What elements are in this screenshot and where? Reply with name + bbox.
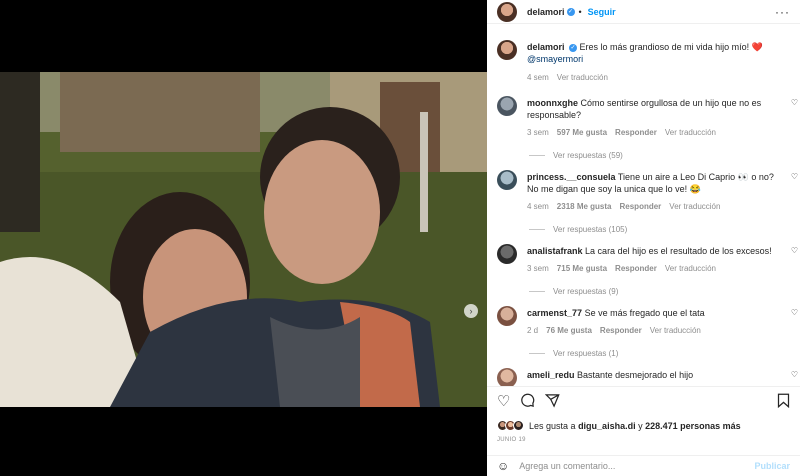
- view-replies[interactable]: Ver respuestas (1): [529, 349, 800, 358]
- share-icon[interactable]: [545, 393, 561, 411]
- caption-text: Eres lo más grandioso de mi vida hijo mí…: [579, 42, 763, 52]
- action-bar: ♡: [487, 386, 800, 416]
- comment-text: Se ve más fregado que el tata: [584, 308, 705, 318]
- replies-line: [529, 353, 545, 354]
- view-replies-label[interactable]: Ver respuestas (9): [553, 287, 618, 296]
- comment-like-heart-icon[interactable]: ♡: [791, 98, 798, 107]
- comment-avatar[interactable]: [497, 96, 517, 116]
- comment-avatar[interactable]: [497, 368, 517, 386]
- post-header: delamori ✓ • Seguir ···: [487, 0, 800, 24]
- emoji-icon[interactable]: ☺: [497, 459, 509, 473]
- comment-item: carmenst_77 Se ve más fregado que el tat…: [487, 300, 800, 337]
- author-username[interactable]: delamori: [527, 7, 565, 17]
- liker-avatar[interactable]: [513, 420, 524, 431]
- comment-username[interactable]: carmenst_77: [527, 308, 582, 318]
- comment-translate-link[interactable]: Ver traducción: [650, 325, 701, 337]
- comment-text: La cara del hijo es el resultado de los …: [585, 246, 772, 256]
- view-replies-label[interactable]: Ver respuestas (59): [553, 151, 623, 160]
- comment-text: Bastante desmejorado el hijo: [577, 370, 694, 380]
- caption-mention[interactable]: @smayermori: [527, 54, 583, 64]
- comment-avatar[interactable]: [497, 306, 517, 326]
- post-date: JUNIO 19: [497, 437, 526, 443]
- comment-item: moonnxghe Cómo sentirse orgullosa de un …: [487, 90, 800, 139]
- follow-button[interactable]: Seguir: [588, 7, 616, 17]
- view-replies[interactable]: Ver respuestas (105): [529, 225, 800, 234]
- next-photo-button[interactable]: ›: [464, 304, 478, 318]
- likes-user[interactable]: digu_aisha.di: [578, 421, 636, 431]
- heart-icon[interactable]: ♡: [497, 394, 510, 409]
- comment-reply-button[interactable]: Responder: [600, 325, 642, 337]
- comment-time: 4 sem: [527, 202, 549, 211]
- media-area: ›: [0, 0, 487, 476]
- replies-line: [529, 291, 545, 292]
- comment-reply-button[interactable]: Responder: [615, 263, 657, 275]
- comment-username[interactable]: ameli_redu: [527, 370, 575, 380]
- comment-translate-link[interactable]: Ver traducción: [665, 127, 716, 139]
- comment-item: analistafrank La cara del hijo es el res…: [487, 238, 800, 275]
- instagram-post-window: › delamori ✓ • Seguir ··· delamori ✓ Ere…: [0, 0, 800, 476]
- comment-time: 2 d: [527, 326, 539, 335]
- caption-username[interactable]: delamori: [527, 42, 565, 52]
- comment-translate-link[interactable]: Ver traducción: [665, 263, 716, 275]
- comment-reply-button[interactable]: Responder: [620, 201, 662, 213]
- bookmark-icon[interactable]: [777, 393, 790, 411]
- comment-likes[interactable]: 715 Me gusta: [557, 263, 607, 275]
- comment-avatar[interactable]: [497, 170, 517, 190]
- comment-likes[interactable]: 2318 Me gusta: [557, 201, 612, 213]
- comment-time: 3 sem: [527, 128, 549, 137]
- replies-line: [529, 155, 545, 156]
- likes-prefix: Les gusta a: [529, 420, 576, 431]
- comment-item: princess.__consuela Tiene un aire a Leo …: [487, 164, 800, 213]
- caption-avatar[interactable]: [497, 40, 517, 60]
- publish-button[interactable]: Publicar: [754, 461, 790, 471]
- comment-like-heart-icon[interactable]: ♡: [791, 308, 798, 317]
- likes-summary: Les gusta a digu_aisha.di y 228.471 pers…: [497, 420, 741, 431]
- more-options-icon[interactable]: ···: [775, 5, 790, 19]
- author-avatar[interactable]: [497, 1, 517, 22]
- view-replies[interactable]: Ver respuestas (59): [529, 151, 800, 160]
- add-comment-bar: ☺ Publicar: [487, 455, 800, 476]
- chevron-right-icon: ›: [469, 306, 473, 316]
- comment-username[interactable]: analistafrank: [527, 246, 583, 256]
- likes-text: Les gusta a digu_aisha.di y 228.471 pers…: [529, 421, 741, 431]
- caption: delamori ✓ Eres lo más grandioso de mi v…: [487, 34, 800, 84]
- comment-reply-button[interactable]: Responder: [615, 127, 657, 139]
- photo-illustration: [0, 72, 487, 407]
- post-photo[interactable]: ›: [0, 72, 487, 407]
- likes-count[interactable]: 228.471 personas más: [645, 421, 741, 431]
- comment-icon[interactable]: [520, 393, 535, 411]
- verified-badge-icon: ✓: [566, 7, 575, 16]
- view-replies-label[interactable]: Ver respuestas (1): [553, 349, 618, 358]
- comment-likes[interactable]: 76 Me gusta: [546, 325, 592, 337]
- comment-translate-link[interactable]: Ver traducción: [669, 201, 720, 213]
- view-replies[interactable]: Ver respuestas (9): [529, 287, 800, 296]
- likes-middle: y: [638, 420, 643, 431]
- view-replies-label[interactable]: Ver respuestas (105): [553, 225, 627, 234]
- comment-username[interactable]: moonnxghe: [527, 98, 578, 108]
- comment-avatar[interactable]: [497, 244, 517, 264]
- comment-time: 3 sem: [527, 264, 549, 273]
- caption-time: 4 sem: [527, 73, 549, 82]
- post-sidebar: delamori ✓ • Seguir ··· delamori ✓ Eres …: [487, 0, 800, 476]
- header-separator: •: [578, 6, 582, 17]
- replies-line: [529, 229, 545, 230]
- comment-username[interactable]: princess.__consuela: [527, 172, 616, 182]
- comment-input[interactable]: [519, 461, 755, 471]
- comments-list[interactable]: delamori ✓ Eres lo más grandioso de mi v…: [487, 34, 800, 386]
- comment-like-heart-icon[interactable]: ♡: [791, 246, 798, 255]
- caption-translate-link[interactable]: Ver traducción: [557, 72, 608, 84]
- verified-badge-icon: ✓: [569, 43, 578, 52]
- comment-like-heart-icon[interactable]: ♡: [791, 172, 798, 181]
- comment-likes[interactable]: 597 Me gusta: [557, 127, 607, 139]
- comment-like-heart-icon[interactable]: ♡: [791, 370, 798, 379]
- comment-item: ameli_redu Bastante desmejorado el hijo …: [487, 362, 800, 386]
